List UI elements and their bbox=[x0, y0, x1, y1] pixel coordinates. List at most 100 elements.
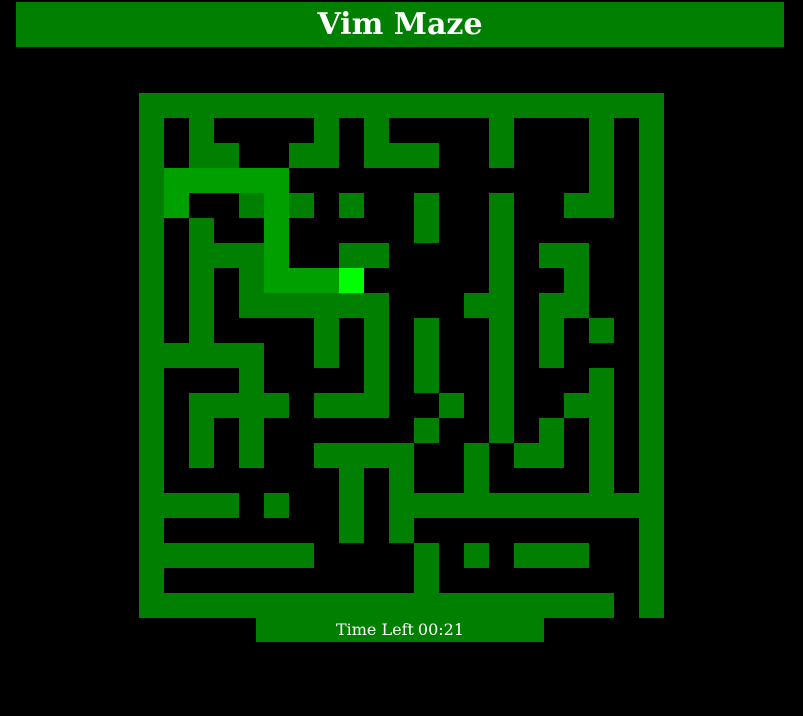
maze-board[interactable] bbox=[139, 93, 664, 618]
maze-wall bbox=[139, 318, 164, 343]
maze-wall bbox=[464, 543, 489, 568]
maze-wall bbox=[364, 293, 389, 318]
maze-wall bbox=[639, 418, 664, 443]
maze-wall bbox=[139, 93, 164, 118]
maze-wall bbox=[139, 568, 164, 593]
maze-wall bbox=[264, 543, 289, 568]
maze-wall bbox=[289, 93, 314, 118]
maze-wall bbox=[589, 193, 614, 218]
maze-wall bbox=[489, 93, 514, 118]
maze-wall bbox=[639, 443, 664, 468]
maze-wall bbox=[364, 318, 389, 343]
maze-wall bbox=[589, 493, 614, 518]
maze-wall bbox=[514, 543, 539, 568]
maze-wall bbox=[139, 168, 164, 193]
maze-wall bbox=[614, 493, 639, 518]
maze-wall bbox=[239, 368, 264, 393]
maze-wall bbox=[139, 193, 164, 218]
maze-wall bbox=[539, 443, 564, 468]
maze-wall bbox=[314, 318, 339, 343]
maze-wall bbox=[489, 218, 514, 243]
maze-wall bbox=[214, 393, 239, 418]
maze-wall bbox=[214, 543, 239, 568]
maze-wall bbox=[639, 243, 664, 268]
maze-wall bbox=[639, 168, 664, 193]
maze-wall bbox=[389, 443, 414, 468]
maze-wall bbox=[239, 543, 264, 568]
maze-wall bbox=[464, 493, 489, 518]
maze-wall bbox=[414, 318, 439, 343]
maze-wall bbox=[189, 393, 214, 418]
maze-wall bbox=[139, 143, 164, 168]
maze-wall bbox=[239, 418, 264, 443]
title-bar: Vim Maze bbox=[16, 2, 784, 47]
maze-wall bbox=[389, 493, 414, 518]
maze-wall bbox=[139, 118, 164, 143]
maze-wall bbox=[239, 243, 264, 268]
maze-wall bbox=[364, 118, 389, 143]
maze-wall bbox=[639, 118, 664, 143]
maze-wall bbox=[639, 518, 664, 543]
maze-wall bbox=[639, 368, 664, 393]
maze-wall bbox=[339, 193, 364, 218]
maze-wall bbox=[489, 593, 514, 618]
maze-wall bbox=[239, 193, 264, 218]
maze-wall bbox=[189, 418, 214, 443]
maze-wall bbox=[614, 93, 639, 118]
maze-wall bbox=[639, 568, 664, 593]
timer-value: 00:21 bbox=[417, 619, 465, 639]
maze-wall bbox=[514, 593, 539, 618]
maze-wall bbox=[139, 218, 164, 243]
maze-wall bbox=[289, 593, 314, 618]
trail-cell bbox=[264, 268, 289, 293]
trail-cell bbox=[164, 193, 189, 218]
maze-wall bbox=[639, 468, 664, 493]
maze-wall bbox=[539, 593, 564, 618]
maze-wall bbox=[139, 443, 164, 468]
maze-wall bbox=[589, 368, 614, 393]
maze-wall bbox=[514, 93, 539, 118]
maze-wall bbox=[189, 343, 214, 368]
maze-wall bbox=[189, 218, 214, 243]
maze-wall bbox=[589, 318, 614, 343]
maze-wall bbox=[314, 143, 339, 168]
maze-wall bbox=[214, 593, 239, 618]
maze-wall bbox=[539, 343, 564, 368]
maze-wall bbox=[439, 593, 464, 618]
maze-svg bbox=[139, 93, 664, 618]
trail-cell bbox=[264, 243, 289, 268]
maze-wall bbox=[314, 293, 339, 318]
maze-wall bbox=[239, 343, 264, 368]
maze-wall bbox=[414, 193, 439, 218]
maze-wall bbox=[489, 293, 514, 318]
maze-wall bbox=[414, 93, 439, 118]
maze-wall bbox=[239, 268, 264, 293]
maze-wall bbox=[539, 418, 564, 443]
trail-cell bbox=[264, 218, 289, 243]
maze-wall bbox=[464, 443, 489, 468]
maze-wall bbox=[314, 443, 339, 468]
maze-wall bbox=[164, 543, 189, 568]
maze-wall bbox=[189, 268, 214, 293]
maze-wall bbox=[639, 343, 664, 368]
trail-cell bbox=[314, 268, 339, 293]
maze-wall bbox=[139, 493, 164, 518]
maze-wall bbox=[139, 543, 164, 568]
timer-bar: Time Left 00:21 bbox=[256, 616, 544, 642]
trail-cell bbox=[289, 268, 314, 293]
maze-wall bbox=[214, 343, 239, 368]
maze-wall bbox=[564, 293, 589, 318]
maze-wall bbox=[589, 118, 614, 143]
maze-wall bbox=[464, 293, 489, 318]
maze-wall bbox=[189, 293, 214, 318]
maze-wall bbox=[164, 343, 189, 368]
maze-wall bbox=[639, 193, 664, 218]
maze-wall bbox=[489, 143, 514, 168]
maze-wall bbox=[239, 393, 264, 418]
maze-wall bbox=[489, 243, 514, 268]
trail-cell bbox=[264, 193, 289, 218]
maze-wall bbox=[264, 493, 289, 518]
maze-wall bbox=[539, 493, 564, 518]
maze-wall bbox=[489, 193, 514, 218]
maze-wall bbox=[539, 318, 564, 343]
